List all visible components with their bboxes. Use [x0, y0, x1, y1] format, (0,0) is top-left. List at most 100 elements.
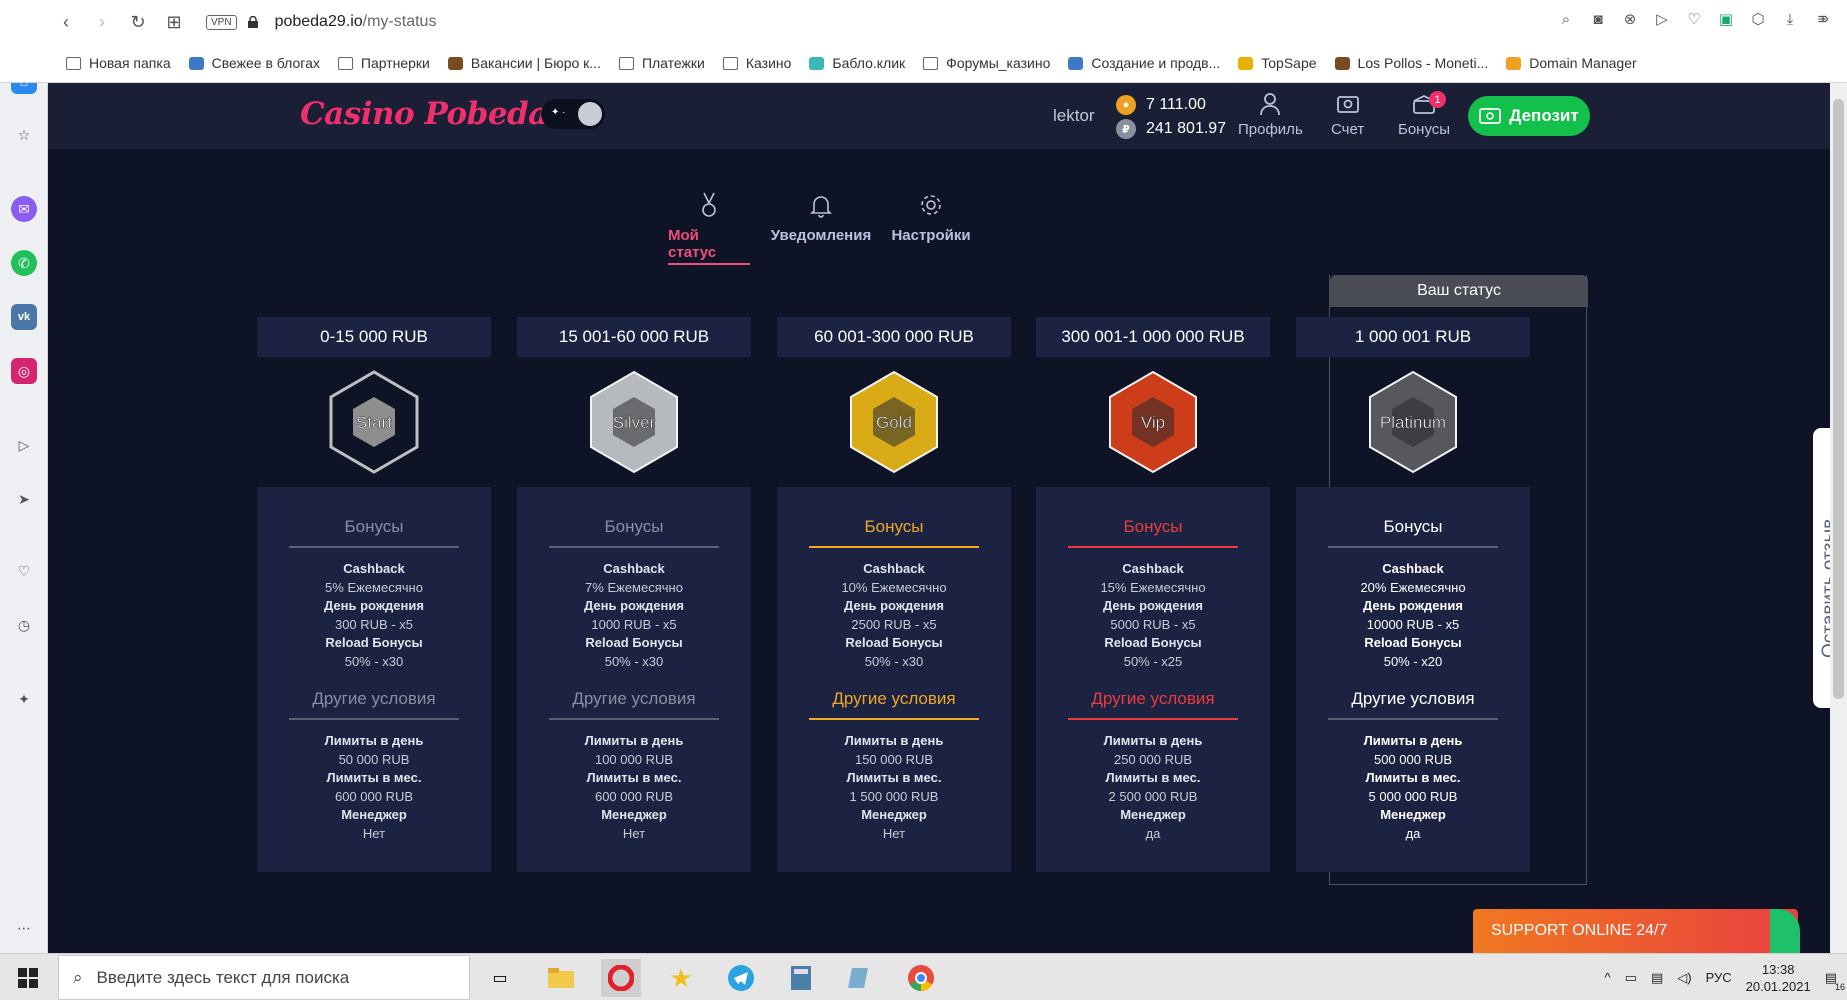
bookmark-item[interactable]: Los Pollos - Moneti... — [1334, 55, 1488, 71]
bonuses-link[interactable]: Бонусы 1 — [1398, 91, 1450, 138]
block-icon[interactable]: ⊗ — [1621, 10, 1639, 28]
tier-range: 1 000 001 RUB — [1296, 317, 1530, 357]
vk-icon[interactable]: vk — [11, 304, 37, 330]
badge-label: Platinum — [1380, 413, 1446, 432]
manager-label: Менеджер — [341, 807, 407, 822]
vpn-badge[interactable]: VPN — [206, 14, 237, 30]
whatsapp-icon[interactable]: ✆ — [11, 250, 37, 276]
tab-notifications[interactable]: Уведомления — [771, 191, 871, 244]
tier-card: Бонусы Cashback 15% Ежемесячно День рождени… — [1036, 487, 1270, 872]
month-limit-value: 600 000 RUB — [594, 788, 674, 804]
bookmark-item[interactable]: Свежее в блогах — [188, 55, 320, 71]
url-field[interactable]: pobeda29.io/my-status — [275, 13, 437, 31]
bonuses-title: Бонусы — [289, 517, 459, 548]
page-scrollbar[interactable] — [1830, 83, 1847, 953]
bookmarks-more-icon[interactable]: » — [1820, 10, 1829, 28]
network-icon[interactable]: ▤ — [1651, 970, 1663, 986]
instagram-icon[interactable]: ◎ — [11, 358, 37, 384]
lock-icon — [247, 16, 258, 28]
star-icon[interactable]: ☆ — [11, 122, 37, 148]
deposit-button[interactable]: Депозит — [1468, 96, 1590, 136]
messenger-icon[interactable]: ✉ — [11, 196, 37, 222]
battery-icon[interactable]: ▭ — [1625, 970, 1637, 986]
clock-time: 13:38 — [1761, 961, 1795, 977]
bookmark-item[interactable]: Вакансии | Бюро к... — [447, 55, 601, 71]
bookmark-item[interactable]: Партнерки — [337, 55, 430, 71]
cube-icon[interactable]: ⬡ — [1749, 10, 1767, 28]
telegram-icon[interactable] — [721, 959, 761, 997]
support-label: SUPPORT ONLINE 24/7 — [1491, 922, 1668, 939]
logo[interactable]: Casino Pobeda — [300, 96, 548, 132]
manager-label: Менеджер — [861, 807, 927, 822]
camera-icon[interactable]: ◙ — [1589, 10, 1607, 28]
notifications-icon[interactable]: ▤ 16 — [1825, 970, 1845, 992]
theme-toggle[interactable]: ✦ · — [541, 99, 605, 129]
bookmarks-bar: Новая папка Свежее в блогах Партнерки Вакан… — [48, 44, 1847, 82]
clock[interactable]: 13:38 20.01.2021 — [1746, 961, 1811, 995]
bookmark-item[interactable]: Domain Manager — [1506, 55, 1637, 71]
task-view-icon[interactable]: ▭ — [480, 959, 520, 997]
windows-taskbar: ⌕ Введите здесь текст для поиска ▭ ★ ^ ▭… — [0, 953, 1847, 1000]
bookmark-item[interactable]: TopSape — [1238, 55, 1317, 71]
notes-icon[interactable] — [841, 959, 881, 997]
download-icon[interactable]: ⤓ — [1781, 10, 1799, 28]
player-icon[interactable]: ▷ — [11, 432, 37, 458]
tier-card: Бонусы Cashback 20% Ежемесячно День рождени… — [1296, 487, 1530, 872]
bookmark-item[interactable]: Создание и продв... — [1068, 55, 1220, 71]
stars-icon: ✦ · — [551, 107, 566, 118]
start-badge-icon: Start — [257, 357, 491, 487]
taskbar-search-input[interactable]: ⌕ Введите здесь текст для поиска — [58, 955, 470, 1000]
chrome-icon[interactable] — [901, 959, 941, 997]
bookmark-item[interactable]: Форумы_казино — [923, 55, 1050, 71]
calculator-icon[interactable] — [781, 959, 821, 997]
cashback-value: 20% Ежемесячно — [1360, 579, 1466, 595]
chevron-up-icon[interactable]: ^ — [1605, 970, 1611, 985]
heart-icon[interactable]: ♡ — [11, 558, 37, 584]
month-limit-label: Лимиты в мес. — [326, 770, 422, 785]
bookmark-item[interactable]: Платежки — [618, 55, 705, 71]
explorer-icon[interactable] — [541, 959, 581, 997]
profile-link[interactable]: Профиль — [1238, 91, 1303, 138]
reload-label: Reload Бонусы — [325, 635, 423, 650]
favorites-star-icon[interactable]: ★ — [661, 959, 701, 997]
birthday-value: 1000 RUB - x5 — [591, 616, 677, 632]
bulb-icon[interactable]: ✦ — [11, 686, 37, 712]
support-chat-button[interactable]: SUPPORT ONLINE 24/7 — [1473, 909, 1800, 953]
tab-settings[interactable]: Настройки — [891, 191, 971, 244]
manager-value: Нет — [882, 825, 906, 841]
silver-badge-icon: Silver — [517, 357, 751, 487]
flow-icon[interactable]: ▷ — [1653, 10, 1671, 28]
more-icon[interactable]: ⋯ — [11, 915, 37, 941]
opera-icon[interactable] — [601, 959, 641, 997]
balances: ● 7 111.00 ₽241 801.97 — [1116, 93, 1226, 141]
cash-icon — [1479, 108, 1502, 124]
folder-icon — [722, 56, 738, 70]
account-label: Счет — [1331, 121, 1365, 138]
windows-start-icon[interactable] — [0, 954, 56, 1000]
medal-icon — [702, 192, 716, 217]
bookmark-item[interactable]: Казино — [722, 55, 791, 71]
tabs-grid-icon[interactable]: ⊞ — [156, 4, 192, 40]
reload-value: 50% - x30 — [604, 653, 664, 669]
tab-my-status[interactable]: Мой статус — [668, 191, 750, 265]
feedback-tab[interactable]: Оставить отзыв — [1813, 428, 1830, 708]
scroll-thumb[interactable] — [1833, 99, 1844, 699]
search-icon[interactable]: ⌕ — [1557, 10, 1575, 28]
language-indicator[interactable]: РУС — [1706, 970, 1732, 985]
heart-icon[interactable]: ♡ — [1685, 10, 1703, 28]
extension-icon[interactable]: ▣ — [1717, 10, 1735, 28]
bonuses-title: Бонусы — [1068, 517, 1238, 548]
volume-icon[interactable]: ◁) — [1677, 970, 1691, 986]
profile-label: Профиль — [1238, 121, 1303, 138]
account-link[interactable]: Счет — [1331, 91, 1364, 138]
username[interactable]: lektor — [1053, 106, 1095, 126]
reload-icon[interactable]: ↻ — [120, 4, 156, 40]
bookmark-item[interactable]: Новая папка — [66, 55, 171, 71]
forward-icon[interactable]: › — [84, 4, 120, 40]
back-icon[interactable]: ‹ — [48, 4, 84, 40]
site-icon — [1068, 56, 1084, 70]
history-icon[interactable]: ◷ — [11, 612, 37, 638]
cashback-label: Cashback — [1382, 561, 1444, 576]
bookmark-item[interactable]: Бабло.клик — [809, 55, 905, 71]
send-icon[interactable]: ➤ — [11, 486, 37, 512]
